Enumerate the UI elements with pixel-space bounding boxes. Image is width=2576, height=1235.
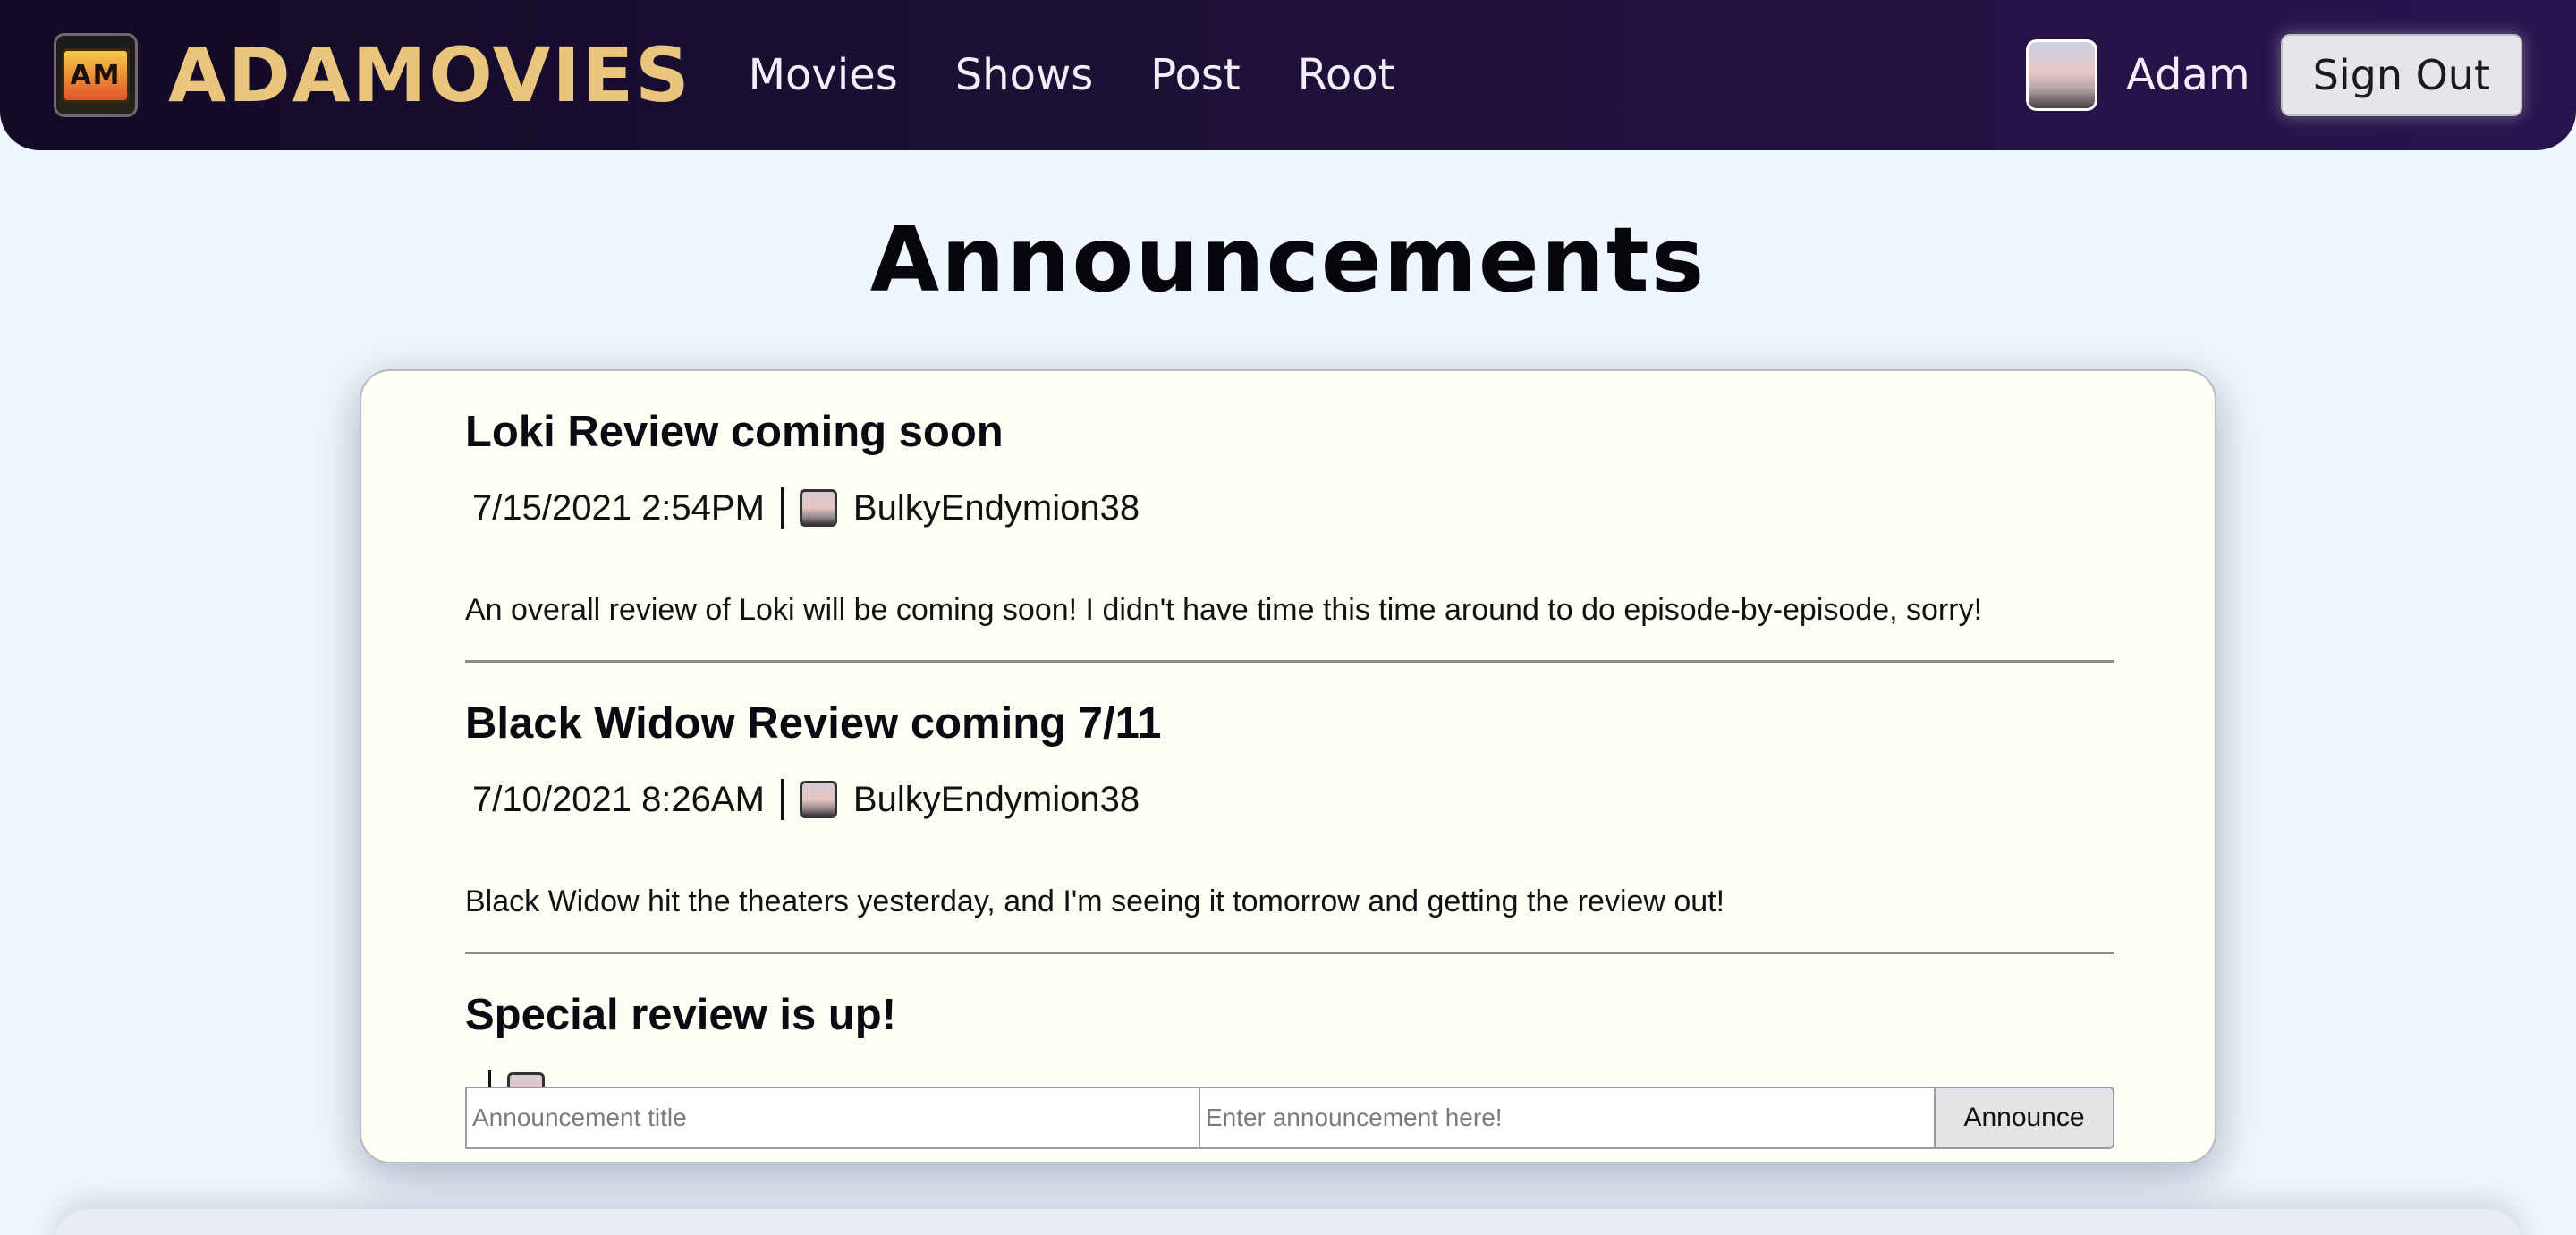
logo-icon[interactable]: AM	[54, 33, 138, 117]
logo-glyph: AM	[62, 47, 130, 103]
announcement-body-input[interactable]	[1200, 1087, 1936, 1149]
top-navbar: AM ADAMOVIES Movies Shows Post Root Adam…	[0, 0, 2576, 150]
page-title: Announcements	[869, 207, 1707, 312]
announcement-title: Loki Review coming soon	[465, 408, 1004, 456]
announcement-title-input[interactable]	[465, 1087, 1200, 1149]
user-avatar[interactable]	[2026, 39, 2097, 111]
announcements-feed[interactable]: Loki Review coming soon 7/15/2021 2:54PM…	[465, 371, 2114, 1087]
announcement-item: Black Widow Review coming 7/11 7/10/2021…	[465, 663, 2114, 954]
announcement-title: Black Widow Review coming 7/11	[465, 699, 1162, 748]
author-avatar	[799, 781, 837, 818]
announcement-author[interactable]: BulkyEndymion38	[853, 488, 1140, 529]
announcement-meta	[472, 1070, 561, 1087]
announcement-body: An overall review of Loki will be coming…	[465, 593, 1983, 627]
meta-divider	[780, 487, 784, 529]
nav-link-movies[interactable]: Movies	[749, 50, 898, 100]
announcement-meta: 7/10/2021 8:26AM BulkyEndymion38	[472, 779, 1140, 820]
nav-link-root[interactable]: Root	[1298, 50, 1395, 100]
announcement-title: Special review is up!	[465, 991, 897, 1039]
nav-link-post[interactable]: Post	[1150, 50, 1240, 100]
announcement-item: Special review is up!	[465, 954, 2114, 1087]
announcement-meta: 7/15/2021 2:54PM BulkyEndymion38	[472, 487, 1140, 529]
announcement-item: Loki Review coming soon 7/15/2021 2:54PM…	[465, 371, 2114, 663]
announce-button[interactable]: Announce	[1936, 1087, 2114, 1149]
meta-divider	[488, 1070, 491, 1087]
sign-out-button[interactable]: Sign Out	[2280, 34, 2522, 116]
nav-link-shows[interactable]: Shows	[955, 50, 1094, 100]
announcement-body: Black Widow hit the theaters yesterday, …	[465, 884, 1725, 918]
announcement-date: 7/15/2021 2:54PM	[472, 487, 765, 528]
brand-name[interactable]: ADAMOVIES	[168, 31, 691, 119]
user-name[interactable]: Adam	[2126, 50, 2250, 100]
announcement-date: 7/10/2021 8:26AM	[472, 779, 765, 819]
meta-divider	[780, 779, 784, 820]
announcement-author[interactable]: BulkyEndymion38	[853, 780, 1140, 820]
next-section-edge	[54, 1209, 2522, 1235]
announcement-compose-form: Announce	[465, 1087, 2114, 1149]
author-avatar	[799, 489, 837, 527]
author-avatar	[507, 1072, 545, 1087]
announcements-card: Loki Review coming soon 7/15/2021 2:54PM…	[360, 369, 2216, 1163]
